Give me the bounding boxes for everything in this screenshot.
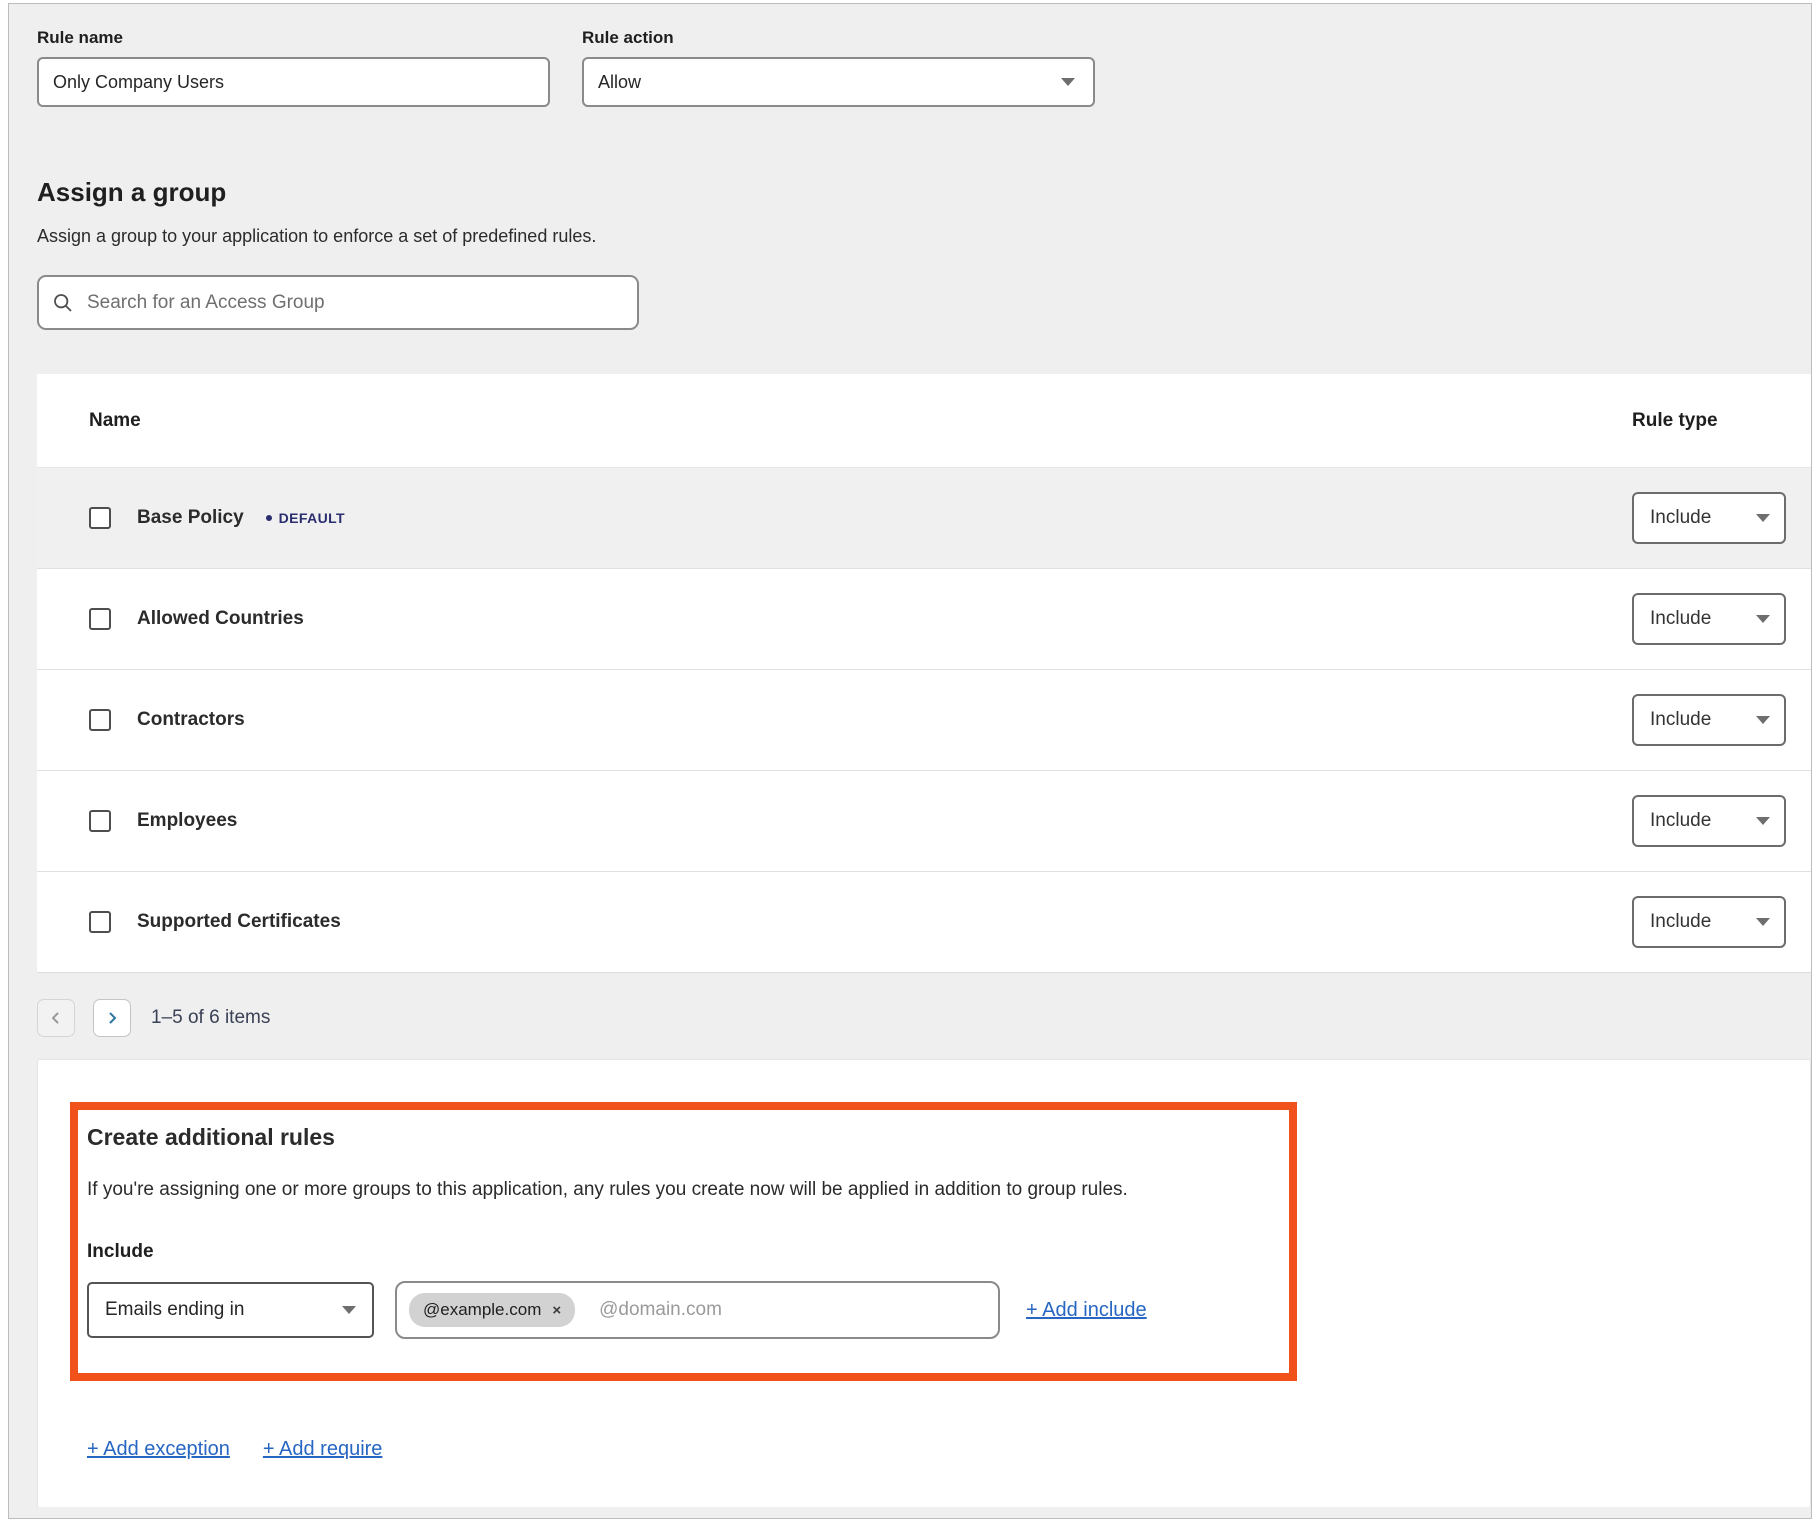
- highlighted-section: Create additional rules If you're assign…: [70, 1102, 1297, 1381]
- column-header-name: Name: [89, 410, 141, 432]
- table-header: Name Rule type: [37, 374, 1811, 468]
- row-checkbox[interactable]: [89, 709, 111, 731]
- rule-action-select[interactable]: Allow: [582, 57, 1095, 107]
- row-name: Allowed Countries: [137, 608, 304, 630]
- row-checkbox[interactable]: [89, 810, 111, 832]
- badge-dot-icon: [266, 515, 272, 521]
- assign-group-description: Assign a group to your application to en…: [37, 226, 1811, 247]
- row-name: Base Policy: [137, 507, 244, 529]
- rule-action-label: Rule action: [582, 28, 1095, 48]
- row-name: Supported Certificates: [137, 911, 341, 933]
- next-page-button[interactable]: [93, 999, 131, 1037]
- domain-input[interactable]: [597, 1298, 986, 1322]
- table-row: Employees Include: [37, 770, 1811, 871]
- table-row: Allowed Countries Include: [37, 568, 1811, 669]
- chevron-down-icon: [1061, 78, 1075, 86]
- rule-name-label: Rule name: [37, 28, 550, 48]
- condition-select[interactable]: Emails ending in: [87, 1282, 374, 1338]
- row-checkbox[interactable]: [89, 608, 111, 630]
- add-exception-link[interactable]: + Add exception: [87, 1438, 230, 1461]
- table-row: Supported Certificates Include: [37, 871, 1811, 972]
- access-group-search[interactable]: [37, 275, 639, 330]
- rule-type-select[interactable]: Include: [1632, 593, 1786, 645]
- chevron-down-icon: [1756, 817, 1770, 825]
- pagination-label: 1–5 of 6 items: [151, 1007, 270, 1029]
- add-require-link[interactable]: + Add require: [263, 1438, 383, 1461]
- domain-tag-input[interactable]: @example.com ×: [395, 1281, 1000, 1339]
- table-row: Base Policy DEFAULT Include: [37, 468, 1811, 568]
- rule-type-select[interactable]: Include: [1632, 896, 1786, 948]
- row-name: Employees: [137, 810, 237, 832]
- row-name: Contractors: [137, 709, 245, 731]
- search-icon: [53, 293, 73, 313]
- rule-type-select[interactable]: Include: [1632, 795, 1786, 847]
- chevron-down-icon: [1756, 615, 1770, 623]
- chevron-down-icon: [1756, 716, 1770, 724]
- pagination: 1–5 of 6 items: [37, 999, 1811, 1037]
- condition-value: Emails ending in: [105, 1299, 244, 1321]
- access-groups-table: Name Rule type Base Policy DEFAULT Inclu…: [37, 374, 1811, 973]
- rule-form-row: Rule name Rule action Allow: [37, 28, 1811, 107]
- additional-rules-title: Create additional rules: [87, 1124, 1289, 1151]
- additional-rules-card: Create additional rules If you're assign…: [37, 1059, 1811, 1507]
- default-badge: DEFAULT: [266, 510, 345, 526]
- chevron-left-icon: [49, 1011, 63, 1025]
- chevron-down-icon: [1756, 918, 1770, 926]
- add-include-link[interactable]: + Add include: [1026, 1299, 1147, 1322]
- footer-links: + Add exception + Add require: [70, 1438, 1810, 1461]
- assign-group-title: Assign a group: [37, 177, 1811, 208]
- include-rule-row: Emails ending in @example.com × + Add in…: [87, 1281, 1289, 1339]
- additional-rules-description: If you're assigning one or more groups t…: [87, 1179, 1289, 1201]
- search-input[interactable]: [85, 291, 623, 315]
- rule-name-input[interactable]: [37, 57, 550, 107]
- column-header-rule-type: Rule type: [1632, 410, 1786, 432]
- page-frame: Rule name Rule action Allow Assign a gro…: [8, 3, 1812, 1519]
- previous-page-button[interactable]: [37, 999, 75, 1037]
- include-label: Include: [87, 1241, 1289, 1263]
- chevron-down-icon: [342, 1306, 356, 1314]
- rule-action-value: Allow: [598, 72, 641, 93]
- rule-type-select[interactable]: Include: [1632, 694, 1786, 746]
- chevron-right-icon: [105, 1011, 119, 1025]
- row-checkbox[interactable]: [89, 507, 111, 529]
- row-checkbox[interactable]: [89, 911, 111, 933]
- rule-type-select[interactable]: Include: [1632, 492, 1786, 544]
- chevron-down-icon: [1756, 514, 1770, 522]
- domain-chip: @example.com ×: [409, 1293, 575, 1327]
- remove-chip-icon[interactable]: ×: [552, 1303, 561, 1318]
- table-row: Contractors Include: [37, 669, 1811, 770]
